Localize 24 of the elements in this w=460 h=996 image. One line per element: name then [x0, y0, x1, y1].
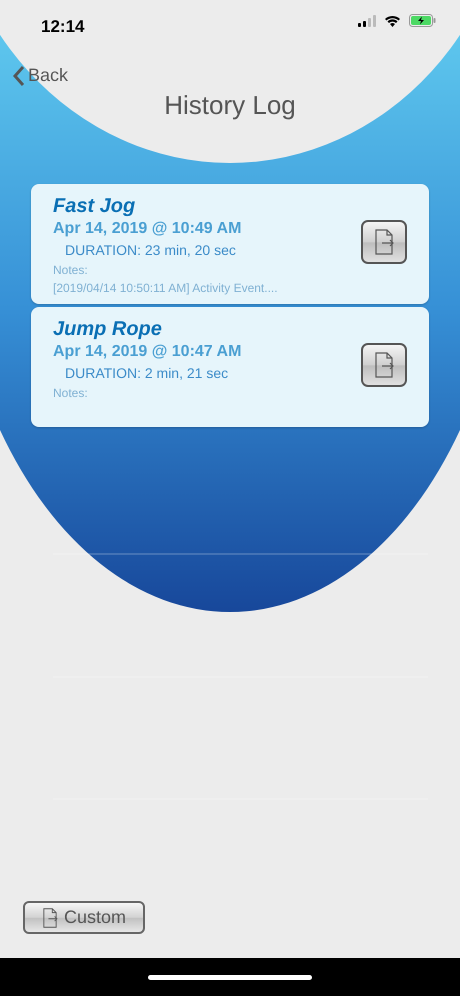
status-time: 12:14 — [41, 16, 84, 38]
notes-label: Notes: — [53, 385, 89, 401]
export-icon — [374, 229, 394, 255]
page-title: History Log — [163, 89, 297, 122]
export-button[interactable] — [361, 220, 407, 264]
battery-icon — [409, 14, 436, 27]
wifi-icon — [384, 14, 401, 26]
history-entry-card[interactable]: Fast Jog Apr 14, 2019 @ 10:49 AM DURATION: 23 min, 20 sec Notes: [2019/04/14 10:50:11 AM] Activity Event.... — [31, 184, 429, 304]
export-icon — [42, 908, 58, 928]
activity-name: Jump Rope — [53, 317, 163, 341]
activity-name: Fast Jog — [53, 194, 136, 218]
activity-duration: DURATION: 2 min, 21 sec — [64, 364, 230, 383]
notes-label: Notes: — [53, 262, 89, 278]
activity-duration: DURATION: 23 min, 20 sec — [64, 241, 237, 260]
activity-date: Apr 14, 2019 @ 10:49 AM — [53, 219, 242, 239]
activity-date: Apr 14, 2019 @ 10:47 AM — [53, 342, 242, 362]
export-icon — [374, 352, 394, 378]
custom-button[interactable]: Custom — [23, 901, 145, 934]
chevron-left-icon — [12, 64, 25, 86]
history-entry-card[interactable]: Jump Rope Apr 14, 2019 @ 10:47 AM DURATION: 2 min, 21 sec Notes: — [31, 307, 429, 427]
back-button[interactable]: Back — [12, 62, 68, 89]
signal-icon — [358, 14, 376, 26]
notes-text: [2019/04/14 10:50:11 AM] Activity Event.... — [53, 280, 278, 296]
export-button[interactable] — [361, 343, 407, 387]
